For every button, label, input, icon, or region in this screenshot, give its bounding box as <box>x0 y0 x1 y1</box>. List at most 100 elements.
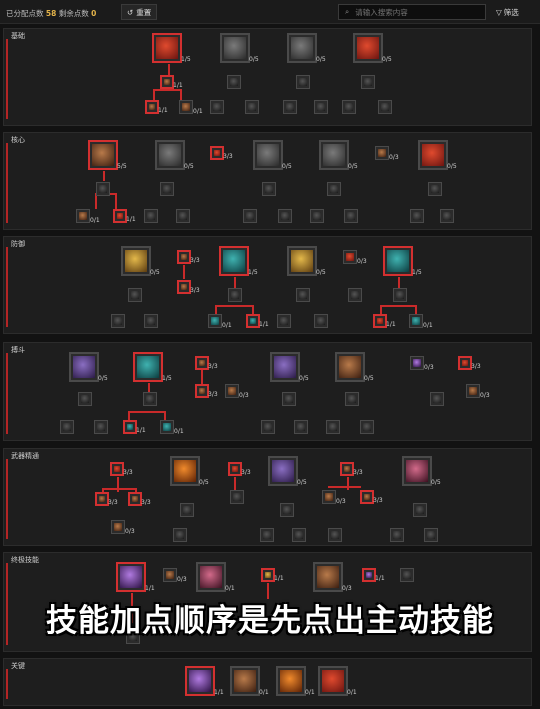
skill-node-locked[interactable] <box>428 182 442 196</box>
skill-node[interactable]: 0/1 <box>230 666 269 696</box>
skill-node[interactable]: 3/3 <box>110 462 133 476</box>
skill-node[interactable]: 0/5 <box>319 140 358 170</box>
skill-node[interactable]: 0/5 <box>253 140 292 170</box>
skill-node-locked[interactable] <box>294 420 308 434</box>
skill-node[interactable]: 0/5 <box>69 352 108 382</box>
skill-node-locked[interactable] <box>361 75 375 89</box>
skill-node-locked[interactable] <box>94 420 108 434</box>
skill-node-locked[interactable] <box>176 209 190 223</box>
skill-node[interactable]: 0/5 <box>170 456 209 486</box>
skill-node[interactable]: 3/3 <box>340 462 363 476</box>
skill-node[interactable]: 1/1 <box>362 568 385 582</box>
skill-node-locked[interactable] <box>260 528 274 542</box>
skill-node-locked[interactable] <box>292 528 306 542</box>
skill-node[interactable]: 0/5 <box>335 352 374 382</box>
skill-node-locked[interactable] <box>128 288 142 302</box>
skill-node-locked[interactable] <box>60 420 74 434</box>
skill-node[interactable]: 0/5 <box>270 352 309 382</box>
skill-node-locked[interactable] <box>261 420 275 434</box>
skill-node-locked[interactable] <box>393 288 407 302</box>
skill-node[interactable]: 1/5 <box>133 352 172 382</box>
skill-node-locked[interactable] <box>180 503 194 517</box>
skill-node-locked[interactable] <box>144 314 158 328</box>
skill-node[interactable]: 1/1 <box>160 75 183 89</box>
skill-node-locked[interactable] <box>160 182 174 196</box>
skill-node[interactable]: 1/1 <box>373 314 396 328</box>
skill-node[interactable]: 0/3 <box>343 250 367 265</box>
skill-node-locked[interactable] <box>228 288 242 302</box>
skill-node-locked[interactable] <box>348 288 362 302</box>
skill-node[interactable]: 3/3 <box>210 146 233 160</box>
skill-node-locked[interactable] <box>430 392 444 406</box>
skill-node[interactable]: 1/1 <box>116 562 155 592</box>
skill-node[interactable]: 3/3 <box>195 384 218 398</box>
skill-node-locked[interactable] <box>314 314 328 328</box>
skill-node-locked[interactable] <box>243 209 257 223</box>
skill-node-locked[interactable] <box>111 314 125 328</box>
skill-node[interactable]: 1/1 <box>185 666 224 696</box>
skill-node-locked[interactable] <box>296 75 310 89</box>
skill-node-locked[interactable] <box>440 209 454 223</box>
skill-node[interactable]: 0/3 <box>313 562 352 592</box>
search-box[interactable]: ⌕ <box>338 4 486 20</box>
skill-node[interactable]: 0/3 <box>225 384 249 399</box>
skill-node-locked[interactable] <box>344 209 358 223</box>
skill-node-locked[interactable] <box>326 420 340 434</box>
skill-node[interactable]: 3/3 <box>128 492 151 506</box>
skill-node[interactable]: 0/3 <box>410 356 434 371</box>
skill-node[interactable]: 3/3 <box>360 490 383 504</box>
skill-node[interactable]: 0/1 <box>160 420 184 435</box>
skill-node[interactable]: 3/3 <box>95 492 118 506</box>
skill-node[interactable]: 1/1 <box>246 314 269 328</box>
skill-node-locked[interactable] <box>277 314 291 328</box>
skill-node-locked[interactable] <box>400 568 414 582</box>
skill-node[interactable]: 0/1 <box>318 666 357 696</box>
skill-node-locked[interactable] <box>143 392 157 406</box>
skill-node[interactable]: 0/1 <box>76 209 100 224</box>
skill-node-locked[interactable] <box>342 100 356 114</box>
skill-node[interactable]: 1/1 <box>123 420 146 434</box>
skill-node-locked[interactable] <box>245 100 259 114</box>
skill-node[interactable]: 0/5 <box>353 33 392 63</box>
skill-node-locked[interactable] <box>173 528 187 542</box>
skill-node-locked[interactable] <box>278 209 292 223</box>
skill-node[interactable]: 1/5 <box>152 33 191 63</box>
skill-node-locked[interactable] <box>378 100 392 114</box>
skill-node[interactable]: 5/5 <box>88 140 127 170</box>
skill-node-locked[interactable] <box>310 209 324 223</box>
skill-node-locked[interactable] <box>262 182 276 196</box>
skill-node[interactable]: 0/5 <box>418 140 457 170</box>
skill-node[interactable]: 0/1 <box>196 562 235 592</box>
skill-node-locked[interactable] <box>413 503 427 517</box>
skill-node[interactable]: 0/3 <box>322 490 346 505</box>
skill-node-locked[interactable] <box>328 528 342 542</box>
skill-node[interactable]: 3/3 <box>458 356 481 370</box>
skill-node-locked[interactable] <box>283 100 297 114</box>
search-input[interactable] <box>355 7 476 17</box>
skill-node[interactable]: 1/5 <box>383 246 422 276</box>
skill-node[interactable]: 3/3 <box>228 462 251 476</box>
skill-node-locked[interactable] <box>210 100 224 114</box>
skill-node[interactable]: 0/5 <box>402 456 441 486</box>
skill-node[interactable]: 0/3 <box>111 520 135 535</box>
skill-node[interactable]: 3/3 <box>177 280 200 294</box>
skill-node-locked[interactable] <box>296 288 310 302</box>
skill-node-locked[interactable] <box>280 503 294 517</box>
skill-node[interactable]: 0/5 <box>155 140 194 170</box>
skill-node-locked[interactable] <box>314 100 328 114</box>
skill-node-locked[interactable] <box>360 420 374 434</box>
skill-node[interactable]: 0/5 <box>220 33 259 63</box>
skill-node-locked[interactable] <box>410 209 424 223</box>
skill-node[interactable]: 0/1 <box>409 314 433 329</box>
filter-button[interactable]: ▽ 筛选 <box>492 4 523 20</box>
skill-node[interactable]: 0/5 <box>268 456 307 486</box>
skill-node[interactable]: 0/3 <box>375 146 399 161</box>
skill-node[interactable]: 1/1 <box>113 209 136 223</box>
skill-node[interactable]: 0/1 <box>208 314 232 329</box>
skill-node[interactable]: 0/3 <box>163 568 187 583</box>
skill-node[interactable]: 0/1 <box>179 100 203 115</box>
skill-node-locked[interactable] <box>327 182 341 196</box>
skill-node[interactable]: 0/5 <box>121 246 160 276</box>
reset-button[interactable]: ↺ 重置 <box>121 4 158 20</box>
skill-node[interactable]: 0/3 <box>466 384 490 399</box>
